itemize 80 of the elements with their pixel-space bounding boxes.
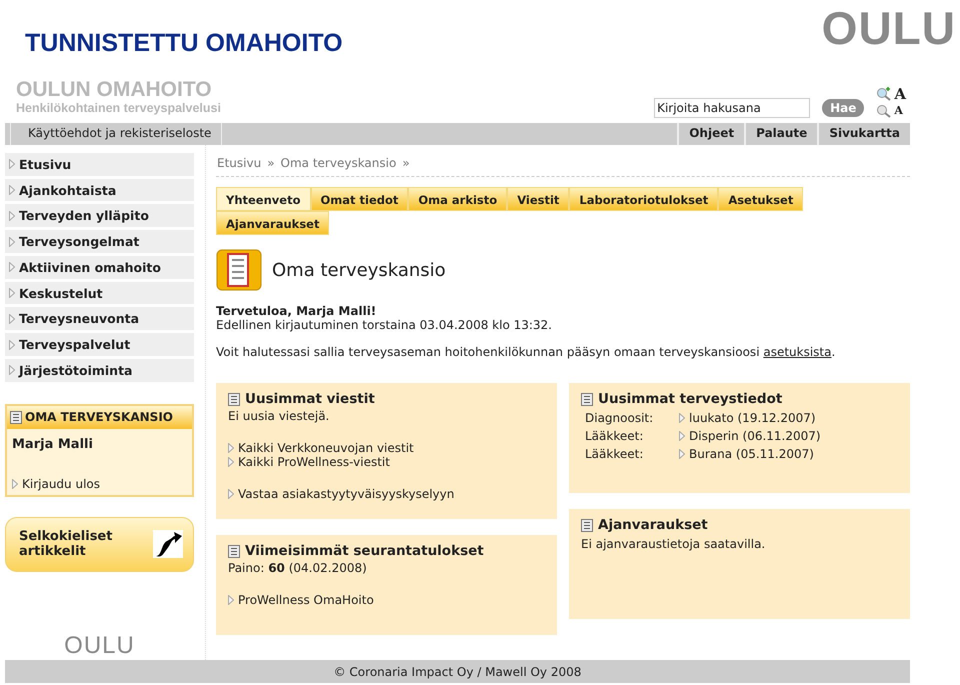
field-label: Lääkkeet:	[585, 446, 644, 463]
sidebar-item[interactable]: Etusivu	[5, 153, 194, 176]
site-name: OULUN OMAHOITO	[16, 79, 213, 101]
tab[interactable]: Laboratoriotulokset	[569, 187, 718, 211]
sidebar-item[interactable]: Terveyden ylläpito	[5, 204, 194, 228]
list-icon	[581, 518, 593, 532]
panel-link[interactable]: Kaikki Verkkoneuvojan viestit	[228, 441, 545, 455]
sidebar-item[interactable]: Aktiivinen omahoito	[5, 256, 194, 279]
sidebar-item[interactable]: Ajankohtaista	[5, 178, 194, 202]
sidebar-item[interactable]: Terveysongelmat	[5, 230, 194, 253]
panel-link[interactable]: Vastaa asiakastyytyväisyyskyselyyn	[228, 487, 545, 501]
record-link[interactable]: luukato (19.12.2007)	[679, 409, 816, 427]
settings-link[interactable]: asetuksista	[763, 345, 832, 359]
breadcrumb-separator: »	[402, 156, 410, 170]
panel-text: Ei ajanvaraustietoja saatavilla.	[581, 536, 766, 553]
tab[interactable]: Asetukset	[718, 187, 804, 211]
copyright-text: © Coronaria Impact Oy / Mawell Oy 2008	[334, 664, 582, 678]
panel-title: OMA TERVEYSKANSIO	[25, 410, 173, 424]
user-name: Marja Malli	[11, 436, 94, 454]
panel-title: Uusimmat viestit	[245, 391, 375, 407]
smaller-text-button[interactable]: A	[894, 104, 903, 118]
panel-link[interactable]: Kaikki ProWellness-viestit	[228, 455, 545, 469]
slide-title: TUNNISTETTU OMAHOITO	[25, 29, 343, 58]
breadcrumb-link[interactable]: Oma terveyskansio	[280, 156, 396, 170]
search-field[interactable]: Kirjoita hakusana	[654, 98, 810, 118]
terms-link[interactable]: Käyttöehdot ja rekisteriseloste	[10, 123, 222, 145]
panel-link[interactable]: ProWellness OmaHoito	[228, 593, 545, 607]
zoom-in-icon[interactable]	[876, 87, 892, 101]
tab[interactable]: Ajanvaraukset	[216, 211, 330, 235]
field-label: Lääkkeet:	[585, 428, 644, 445]
triangle-icon	[228, 595, 234, 605]
welcome-text: Tervetuloa, Marja Malli!	[216, 304, 378, 318]
panel-text: Paino: 60 (04.02.2008)	[228, 561, 368, 575]
larger-text-button[interactable]: A	[894, 87, 906, 101]
logo: OULU	[822, 1, 956, 56]
logo: OULU	[64, 632, 135, 660]
field-label: Diagnoosit:	[585, 410, 654, 427]
triangle-icon	[9, 159, 15, 170]
sidebar-item[interactable]: Terveyspalvelut	[5, 333, 194, 356]
list-icon	[228, 392, 240, 406]
sidebar-item[interactable]: Terveysneuvonta	[5, 307, 194, 330]
list-icon	[10, 410, 22, 424]
triangle-icon	[9, 236, 15, 247]
triangle-icon	[9, 314, 15, 324]
breadcrumb-separator: »	[267, 156, 275, 170]
nav-link[interactable]: Sivukartta	[817, 123, 910, 145]
triangle-icon	[228, 489, 234, 499]
curve-arrow-icon	[153, 530, 183, 558]
list-icon	[228, 544, 240, 558]
consent-text: Voit halutessasi sallia terveysaseman hoitohenkilökunnan pääsyn omaan terveyskansioosi asetuksista.	[216, 345, 836, 359]
tab[interactable]: Viestit	[507, 187, 570, 211]
panel-title: Uusimmat terveystiedot	[598, 391, 782, 407]
page-title: Oma terveyskansio	[272, 260, 446, 280]
triangle-icon	[9, 185, 15, 196]
triangle-icon	[9, 340, 15, 350]
panel-title: Ajanvaraukset	[598, 517, 708, 533]
nav-link[interactable]: Palaute	[744, 123, 818, 145]
nav-link[interactable]: Ohjeet	[677, 123, 744, 145]
site-tagline: Henkilökohtainen terveyspalvelusi	[16, 101, 221, 115]
triangle-icon	[9, 210, 15, 221]
tab[interactable]: Oma arkisto	[408, 187, 508, 211]
record-link[interactable]: Disperin (06.11.2007)	[679, 427, 821, 445]
easy-read-button[interactable]: Selkokieliset artikkelit	[5, 516, 194, 572]
triangle-icon	[9, 365, 15, 376]
triangle-icon	[9, 288, 15, 298]
file-cabinet-icon	[216, 249, 262, 291]
triangle-icon	[9, 262, 15, 272]
logout-link[interactable]: Kirjaudu ulos	[7, 476, 192, 495]
tab[interactable]: Omat tiedot	[310, 187, 408, 211]
triangle-icon	[12, 478, 18, 489]
sidebar-item[interactable]: Keskustelut	[5, 282, 194, 304]
sidebar-item[interactable]: Järjestötoiminta	[5, 358, 194, 382]
panel-text: Ei uusia viestejä.	[228, 409, 330, 423]
tab[interactable]: Yhteenveto	[216, 187, 310, 211]
zoom-out-icon[interactable]	[876, 104, 892, 118]
record-link[interactable]: Burana (05.11.2007)	[679, 445, 814, 463]
breadcrumb-link[interactable]: Etusivu	[217, 156, 262, 170]
panel-title: Viimeisimmät seurantatulokset	[245, 543, 484, 559]
list-icon	[581, 392, 593, 406]
last-login-text: Edellinen kirjautuminen torstaina 03.04.2008 klo 13:32.	[216, 318, 553, 332]
